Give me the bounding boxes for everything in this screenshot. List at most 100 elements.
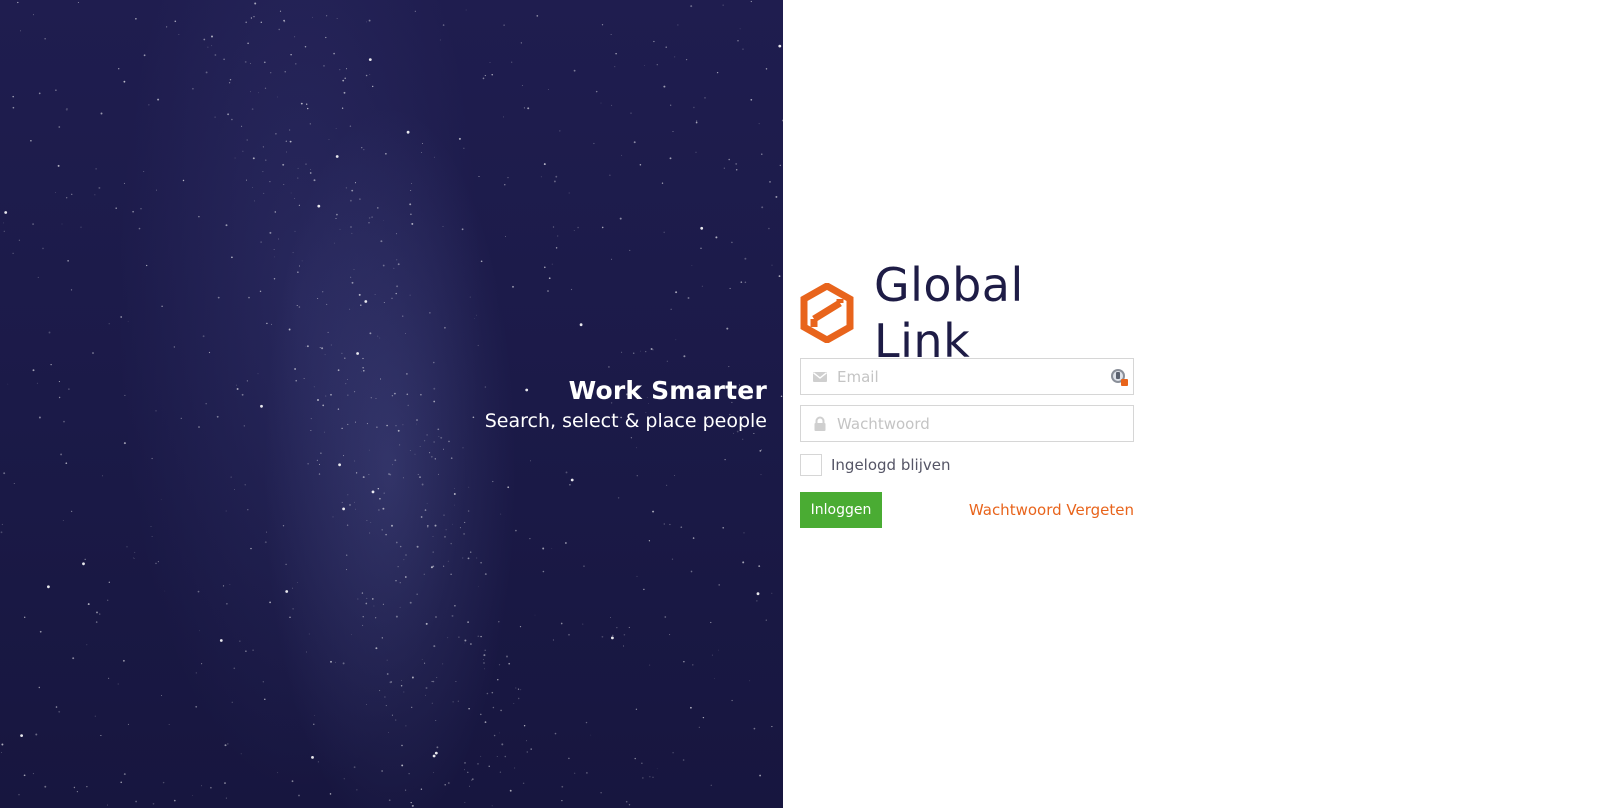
- star: [202, 335, 205, 338]
- star: [570, 288, 573, 291]
- star: [491, 74, 493, 76]
- star: [464, 769, 465, 771]
- star: [252, 187, 253, 188]
- star: [86, 786, 88, 788]
- star: [368, 474, 370, 475]
- star: [35, 733, 38, 736]
- star: [118, 68, 120, 70]
- star: [410, 801, 412, 804]
- star: [476, 314, 477, 316]
- star: [270, 72, 272, 74]
- star: [310, 418, 312, 420]
- star: [380, 240, 383, 243]
- star: [376, 426, 378, 429]
- star: [260, 21, 262, 23]
- star: [715, 236, 718, 239]
- star: [32, 773, 34, 775]
- forgot-password-link[interactable]: Wachtwoord Vergeten: [969, 501, 1134, 519]
- star: [610, 33, 612, 35]
- star: [420, 788, 423, 790]
- star: [486, 692, 489, 695]
- star: [366, 704, 368, 705]
- star: [94, 194, 96, 196]
- star: [619, 217, 622, 220]
- password-input[interactable]: [837, 406, 1087, 441]
- star: [289, 140, 292, 143]
- star: [117, 683, 119, 685]
- star: [728, 158, 731, 161]
- star: [431, 702, 433, 704]
- star: [482, 659, 484, 660]
- star: [326, 303, 328, 305]
- star: [379, 497, 381, 500]
- star: [464, 801, 466, 803]
- star: [382, 264, 385, 267]
- star: [135, 800, 137, 803]
- star: [482, 77, 485, 80]
- star: [666, 360, 668, 362]
- star: [123, 773, 126, 776]
- login-button[interactable]: Inloggen: [800, 492, 882, 528]
- star: [350, 226, 352, 228]
- remember-me-checkbox[interactable]: [800, 454, 822, 476]
- star: [241, 393, 244, 396]
- star: [317, 297, 319, 300]
- star: [402, 477, 404, 479]
- star: [427, 526, 429, 528]
- password-manager-icon[interactable]: [1109, 367, 1129, 387]
- star: [672, 752, 674, 754]
- star: [264, 698, 266, 701]
- star: [157, 98, 160, 101]
- star: [554, 732, 557, 735]
- star: [161, 694, 163, 696]
- star: [363, 369, 365, 372]
- star: [372, 85, 374, 88]
- star: [330, 660, 332, 663]
- star: [240, 753, 242, 755]
- star: [71, 193, 73, 195]
- star: [295, 379, 297, 382]
- star: [722, 4, 724, 6]
- star: [294, 230, 296, 232]
- star: [561, 785, 564, 788]
- star: [759, 774, 762, 777]
- star: [652, 349, 654, 351]
- star: [573, 230, 575, 231]
- star: [434, 524, 437, 527]
- star: [108, 581, 110, 583]
- star: [711, 654, 713, 656]
- star: [325, 15, 328, 17]
- star: [701, 285, 703, 287]
- star: [317, 204, 321, 208]
- star: [433, 645, 436, 648]
- star: [192, 794, 194, 796]
- star: [314, 715, 315, 716]
- star: [391, 395, 394, 397]
- star: [641, 762, 643, 764]
- star: [395, 292, 397, 295]
- star: [173, 799, 176, 802]
- star: [517, 697, 520, 700]
- star: [633, 141, 636, 144]
- star: [617, 497, 620, 499]
- star: [717, 649, 719, 651]
- star: [335, 217, 337, 220]
- star: [351, 281, 354, 284]
- star: [337, 408, 340, 410]
- star: [530, 460, 531, 462]
- email-input[interactable]: [837, 359, 1087, 394]
- star: [339, 228, 341, 230]
- star: [248, 296, 250, 299]
- star: [366, 423, 368, 425]
- star: [421, 483, 424, 486]
- star: [68, 388, 70, 390]
- star: [498, 664, 501, 666]
- remember-me-label[interactable]: Ingelogd blijven: [831, 456, 950, 474]
- star: [574, 772, 576, 774]
- star: [444, 784, 446, 786]
- star: [742, 48, 744, 50]
- star: [108, 323, 110, 325]
- star: [499, 771, 502, 773]
- star: [396, 259, 398, 261]
- star: [290, 53, 292, 56]
